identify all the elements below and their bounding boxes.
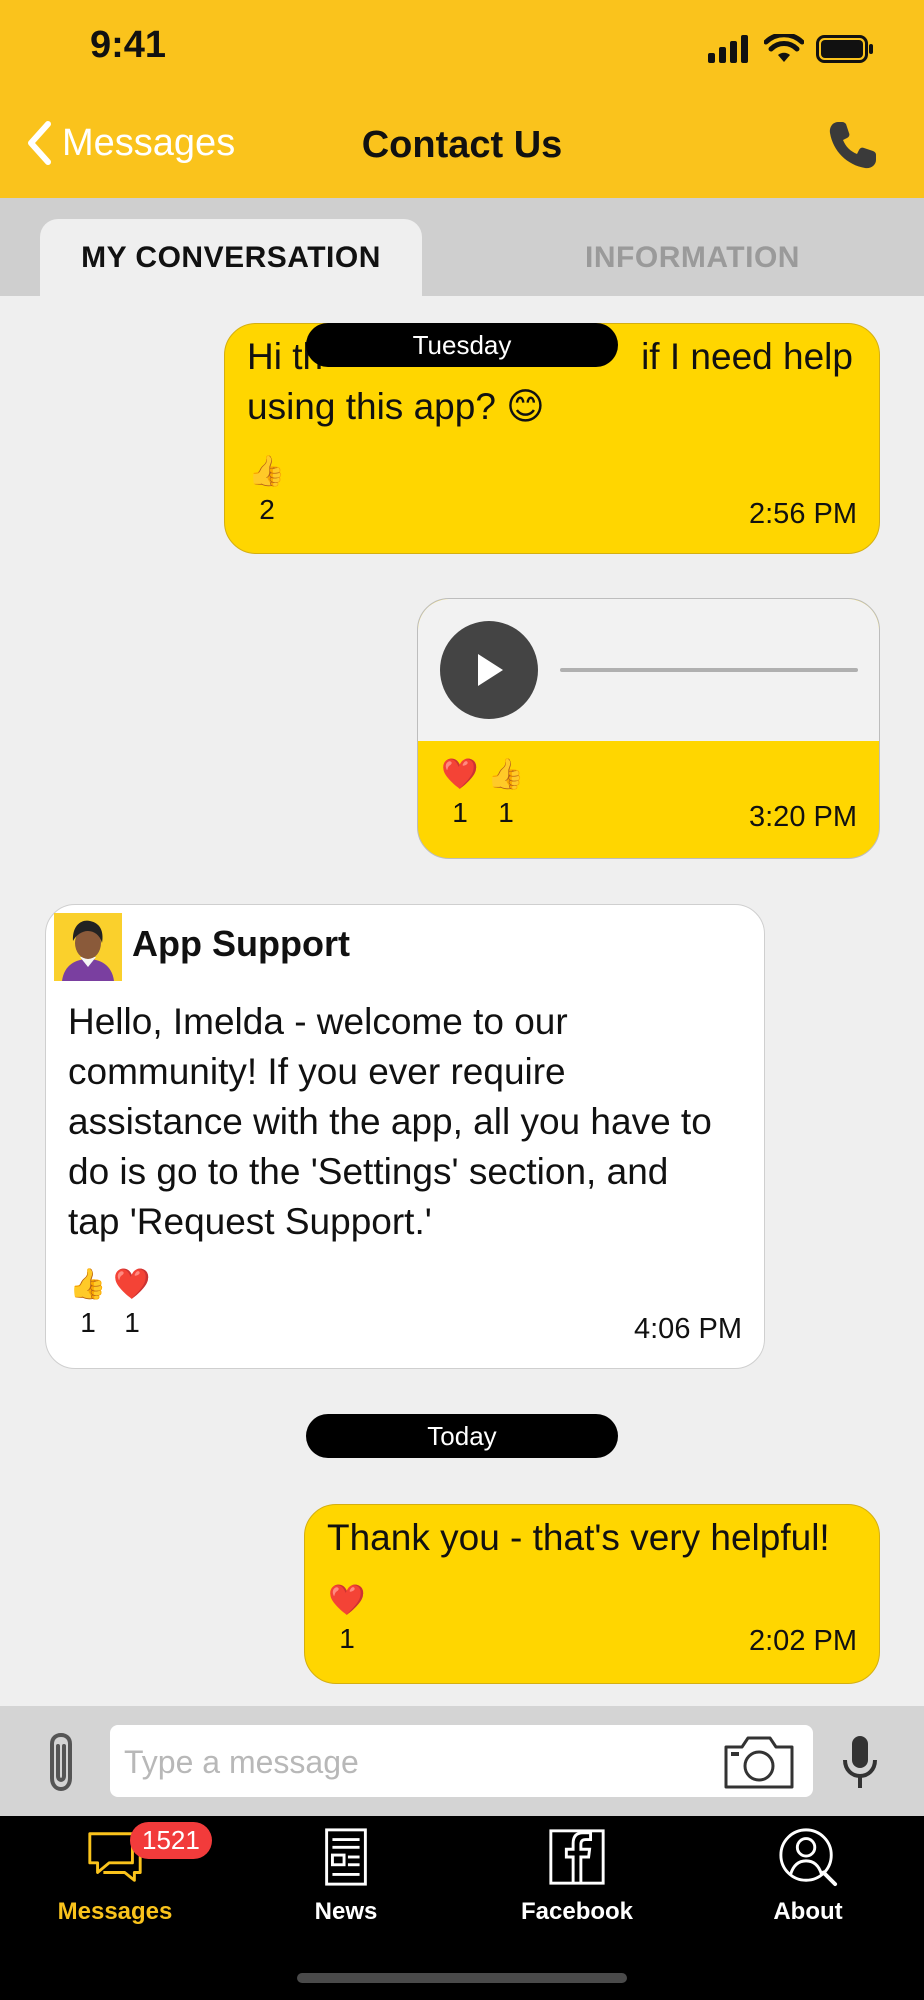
tabbar-label: About	[773, 1898, 843, 1925]
message-text: Thank you - that's very helpful!	[327, 1517, 830, 1558]
message-line: assistance with the app, all you have to	[68, 1101, 712, 1142]
attach-button[interactable]	[44, 1730, 84, 1794]
reaction-thumbs-up[interactable]: 👍 1	[68, 1267, 108, 1339]
message-time: 2:56 PM	[749, 498, 857, 530]
microphone-button[interactable]	[840, 1734, 880, 1790]
message-time: 3:20 PM	[749, 801, 857, 833]
reaction-count: 1	[452, 797, 468, 828]
reaction-heart[interactable]: ❤️ 1	[440, 757, 480, 829]
page-title: Contact Us	[361, 124, 563, 166]
avatar	[54, 913, 122, 981]
tabbar-item-facebook[interactable]: Facebook	[487, 1826, 667, 1926]
tabbar-label: Messages	[57, 1898, 173, 1925]
tabbar-label: Facebook	[520, 1898, 634, 1925]
status-time: 9:41	[90, 24, 167, 66]
message-input-box	[110, 1725, 813, 1797]
heart-icon: ❤️	[328, 1584, 366, 1617]
audio-progress-track[interactable]	[560, 668, 858, 672]
thumbs-up-icon: 👍	[248, 455, 286, 488]
reaction-thumbs-up[interactable]: 👍 2	[247, 454, 287, 526]
sender-name: App Support	[132, 923, 350, 964]
play-button[interactable]	[440, 621, 538, 719]
play-icon	[478, 654, 503, 686]
tab-information[interactable]: INFORMATION	[520, 219, 865, 296]
paperclip-icon	[50, 1732, 72, 1792]
tabbar-item-about[interactable]: About	[718, 1826, 898, 1926]
message-line: tap 'Request Support.'	[68, 1201, 432, 1242]
reaction-heart[interactable]: ❤️ 1	[112, 1267, 152, 1339]
reaction-heart[interactable]: ❤️ 1	[327, 1583, 367, 1655]
battery-icon	[816, 35, 873, 63]
heart-icon: ❤️	[441, 758, 479, 791]
message-text: Hello, Imelda - welcome to our community…	[68, 997, 748, 1247]
phone-call-button[interactable]	[824, 118, 880, 174]
camera-icon	[724, 1736, 794, 1789]
message-input[interactable]	[122, 1739, 686, 1785]
tabbar-item-news[interactable]: News	[256, 1826, 436, 1926]
thumbs-up-icon: 👍	[487, 758, 525, 791]
date-separator: Tuesday	[306, 323, 618, 367]
phone-icon	[829, 122, 876, 169]
message-bubble-incoming[interactable]: App Support Hello, Imelda - welcome to o…	[45, 904, 765, 1369]
tab-my-conversation[interactable]: MY CONVERSATION	[40, 219, 422, 296]
message-bubble-outgoing[interactable]: Thank you - that's very helpful! ❤️ 1 2:…	[304, 1504, 880, 1684]
message-line: Hello, Imelda - welcome to our	[68, 1001, 568, 1042]
facebook-icon	[549, 1829, 605, 1885]
reaction-count: 1	[124, 1307, 140, 1338]
message-text-continued: if I need help	[641, 336, 853, 377]
wifi-icon	[764, 34, 804, 62]
message-line: do is go to the 'Settings' section, and	[68, 1151, 669, 1192]
microphone-icon	[843, 1736, 877, 1788]
message-time: 2:02 PM	[749, 1625, 857, 1657]
camera-button[interactable]	[722, 1733, 796, 1791]
date-separator: Today	[306, 1414, 618, 1458]
unread-badge: 1521	[130, 1822, 212, 1859]
status-icons	[708, 34, 874, 64]
home-indicator[interactable]	[297, 1973, 627, 1983]
tabbar-label: News	[314, 1898, 378, 1925]
message-line: community! If you ever require	[68, 1051, 566, 1092]
reaction-count: 1	[80, 1307, 96, 1338]
news-icon	[325, 1828, 367, 1886]
thumbs-up-icon: 👍	[69, 1268, 107, 1301]
reaction-count: 2	[259, 494, 275, 525]
signal-icon	[708, 35, 748, 63]
audio-message-bubble[interactable]: ❤️ 1 👍 1 3:20 PM	[417, 598, 880, 859]
message-text-line2: using this app? 😊	[247, 386, 545, 427]
about-icon	[779, 1828, 838, 1887]
reaction-thumbs-up[interactable]: 👍 1	[486, 757, 526, 829]
heart-icon: ❤️	[113, 1268, 151, 1301]
message-time: 4:06 PM	[634, 1313, 742, 1345]
reaction-count: 1	[498, 797, 514, 828]
reaction-count: 1	[339, 1623, 355, 1654]
